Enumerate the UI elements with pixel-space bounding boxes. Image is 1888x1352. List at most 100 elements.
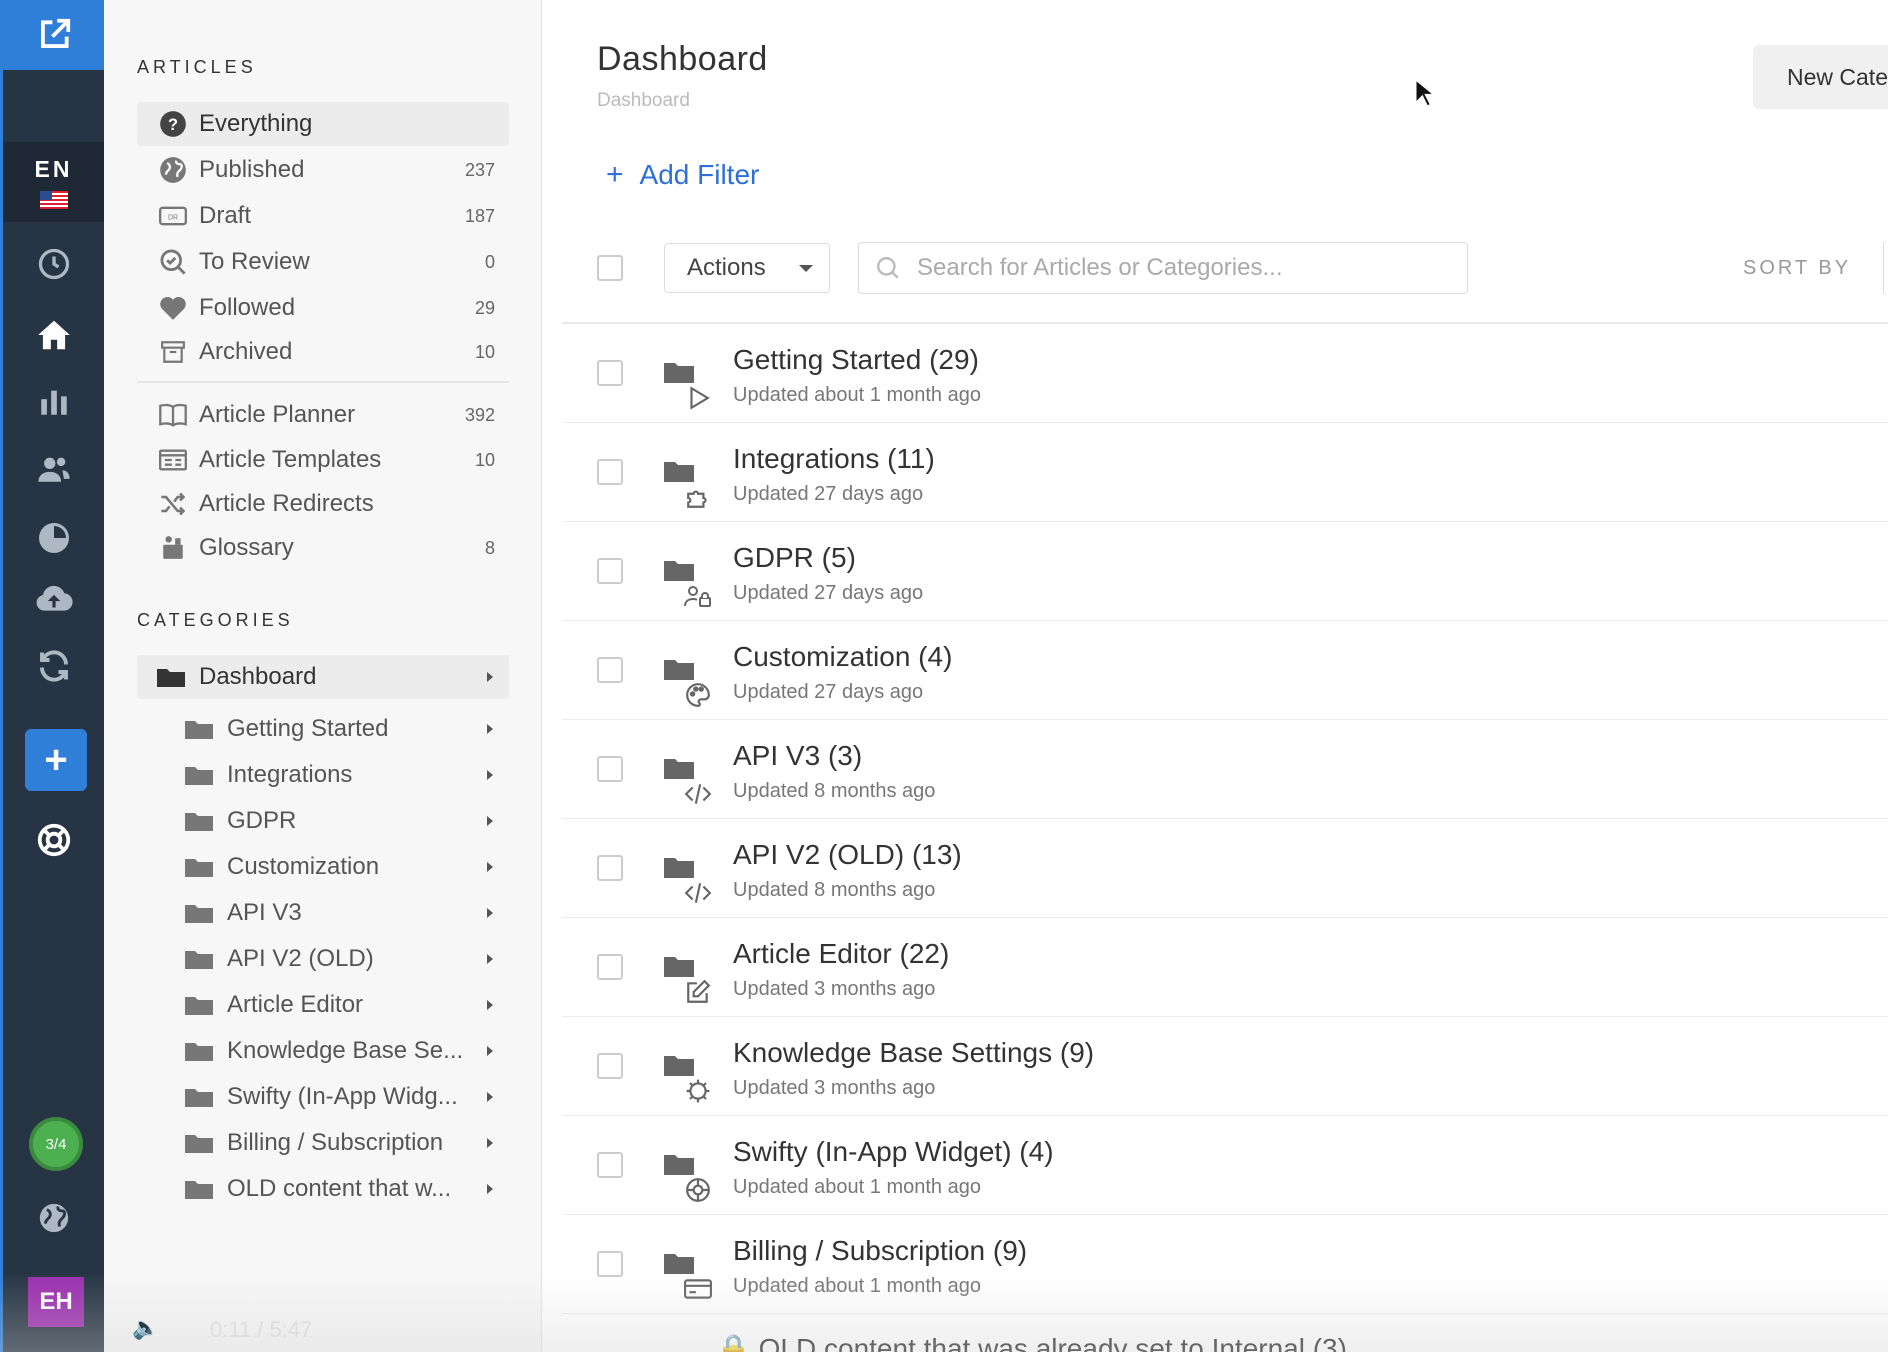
row-title[interactable]: Integrations (11) <box>733 443 935 475</box>
category-item[interactable]: Billing / Subscription <box>137 1121 509 1165</box>
row-title[interactable]: GDPR (5) <box>733 542 856 574</box>
row-title[interactable]: Getting Started (29) <box>733 344 979 376</box>
sidebar-item-to-review[interactable]: To Review 0 <box>137 240 509 284</box>
category-item[interactable]: Swifty (In-App Widg... <box>137 1075 509 1119</box>
chevron-right-icon[interactable] <box>487 1092 493 1102</box>
category-item[interactable]: Article Editor <box>137 983 509 1027</box>
new-article-button[interactable] <box>3 0 104 70</box>
sidebar-item-glossary[interactable]: Glossary 8 <box>137 526 509 570</box>
category-item[interactable]: API V3 <box>137 891 509 935</box>
category-item[interactable]: Knowledge Base Se... <box>137 1029 509 1073</box>
upload-button[interactable] <box>3 582 104 614</box>
home-button[interactable] <box>3 316 104 354</box>
category-row[interactable]: GDPR (5) Updated 27 days ago <box>562 522 1888 621</box>
category-row[interactable]: Getting Started (29) Updated about 1 mon… <box>562 324 1888 423</box>
actions-label: Actions <box>687 254 766 281</box>
sidebar-item-draft[interactable]: DR Draft 187 <box>137 194 509 238</box>
row-title[interactable]: Swifty (In-App Widget) (4) <box>733 1136 1054 1168</box>
row-checkbox[interactable] <box>597 1251 623 1277</box>
sidebar-item-article-templates[interactable]: Article Templates 10 <box>137 438 509 482</box>
folder-icon <box>157 669 185 687</box>
search-input[interactable] <box>917 254 1457 282</box>
book-icon <box>157 401 189 429</box>
sidebar-item-article-planner[interactable]: Article Planner 392 <box>137 393 509 437</box>
puzzle-icon <box>684 483 712 511</box>
add-filter-button[interactable]: + Add Filter <box>606 158 759 192</box>
category-row[interactable]: Integrations (11) Updated 27 days ago <box>562 423 1888 522</box>
sidebar-item-label: Article Planner <box>199 401 356 428</box>
sidebar-item-article-redirects[interactable]: Article Redirects <box>137 482 509 526</box>
view-site-button[interactable] <box>3 1201 104 1235</box>
row-title[interactable]: Article Editor (22) <box>733 938 949 970</box>
category-item[interactable]: Getting Started <box>137 707 509 751</box>
row-checkbox[interactable] <box>597 855 623 881</box>
category-item[interactable]: Integrations <box>137 753 509 797</box>
row-title[interactable]: API V3 (3) <box>733 740 862 772</box>
category-item[interactable]: GDPR <box>137 799 509 843</box>
search-chart-icon <box>38 523 69 553</box>
chevron-right-icon[interactable] <box>487 1000 493 1010</box>
category-label: Customization <box>227 853 380 880</box>
sidebar-item-everything[interactable]: ? Everything <box>137 102 509 146</box>
sidebar-item-followed[interactable]: Followed 29 <box>137 286 509 330</box>
chevron-right-icon[interactable] <box>487 1184 493 1194</box>
chevron-right-icon[interactable] <box>487 1046 493 1056</box>
sync-button[interactable] <box>3 648 104 684</box>
row-title[interactable]: Knowledge Base Settings (9) <box>733 1037 1094 1069</box>
breadcrumb[interactable]: Dashboard <box>597 90 690 112</box>
sidebar-item-published[interactable]: Published 237 <box>137 148 509 192</box>
chevron-right-icon[interactable] <box>487 862 493 872</box>
row-title[interactable]: API V2 (OLD) (13) <box>733 839 962 871</box>
actions-dropdown[interactable]: Actions <box>664 243 830 293</box>
category-item[interactable]: API V2 (OLD) <box>137 937 509 981</box>
row-title[interactable]: Customization (4) <box>733 641 952 673</box>
chevron-right-icon[interactable] <box>487 770 493 780</box>
row-checkbox[interactable] <box>597 459 623 485</box>
reports-button[interactable] <box>3 520 104 556</box>
chevron-right-icon[interactable] <box>487 954 493 964</box>
category-row[interactable]: Swifty (In-App Widget) (4) Updated about… <box>562 1116 1888 1215</box>
row-checkbox[interactable] <box>597 954 623 980</box>
credit-card-icon <box>684 1275 712 1303</box>
category-row[interactable]: Billing / Subscription (9) Updated about… <box>562 1215 1888 1314</box>
chevron-right-icon[interactable] <box>487 1138 493 1148</box>
onboarding-progress-badge[interactable]: 3/4 <box>29 1117 83 1171</box>
chevron-right-icon[interactable] <box>487 816 493 826</box>
globe-icon <box>157 156 189 184</box>
category-row[interactable]: API V2 (OLD) (13) Updated 8 months ago <box>562 819 1888 918</box>
analytics-button[interactable] <box>3 384 104 420</box>
category-row[interactable]: API V3 (3) Updated 8 months ago <box>562 720 1888 819</box>
glossary-icon <box>157 534 189 562</box>
volume-icon[interactable]: 🔈 <box>132 1315 159 1341</box>
row-checkbox[interactable] <box>597 756 623 782</box>
help-button[interactable] <box>3 821 104 859</box>
search-field[interactable] <box>858 242 1468 294</box>
new-category-button[interactable]: New Cate <box>1753 45 1888 109</box>
category-row-partial[interactable]: 🔒 OLD content that was already set to In… <box>716 1332 1347 1352</box>
external-edit-icon <box>40 18 70 48</box>
select-all-checkbox[interactable] <box>597 255 623 281</box>
chevron-right-icon[interactable] <box>487 672 493 682</box>
chevron-right-icon[interactable] <box>487 908 493 918</box>
history-button[interactable] <box>3 246 104 282</box>
category-root-dashboard[interactable]: Dashboard <box>137 655 509 699</box>
language-switcher[interactable]: EN <box>3 142 104 222</box>
chevron-right-icon[interactable] <box>487 724 493 734</box>
category-row[interactable]: Customization (4) Updated 27 days ago <box>562 621 1888 720</box>
category-item[interactable]: Customization <box>137 845 509 889</box>
users-button[interactable] <box>3 452 104 486</box>
row-title[interactable]: Billing / Subscription (9) <box>733 1235 1027 1267</box>
folder-icon <box>664 957 694 977</box>
user-avatar[interactable]: EH <box>28 1277 84 1327</box>
row-checkbox[interactable] <box>597 558 623 584</box>
sort-dropdown[interactable] <box>1883 242 1888 294</box>
row-checkbox[interactable] <box>597 657 623 683</box>
row-checkbox[interactable] <box>597 360 623 386</box>
category-row[interactable]: Knowledge Base Settings (9) Updated 3 mo… <box>562 1017 1888 1116</box>
sidebar-item-archived[interactable]: Archived 10 <box>137 330 509 374</box>
category-row[interactable]: Article Editor (22) Updated 3 months ago <box>562 918 1888 1017</box>
category-item[interactable]: OLD content that w... <box>137 1167 509 1211</box>
row-checkbox[interactable] <box>597 1152 623 1178</box>
quick-create-button[interactable]: + <box>25 729 87 791</box>
row-checkbox[interactable] <box>597 1053 623 1079</box>
